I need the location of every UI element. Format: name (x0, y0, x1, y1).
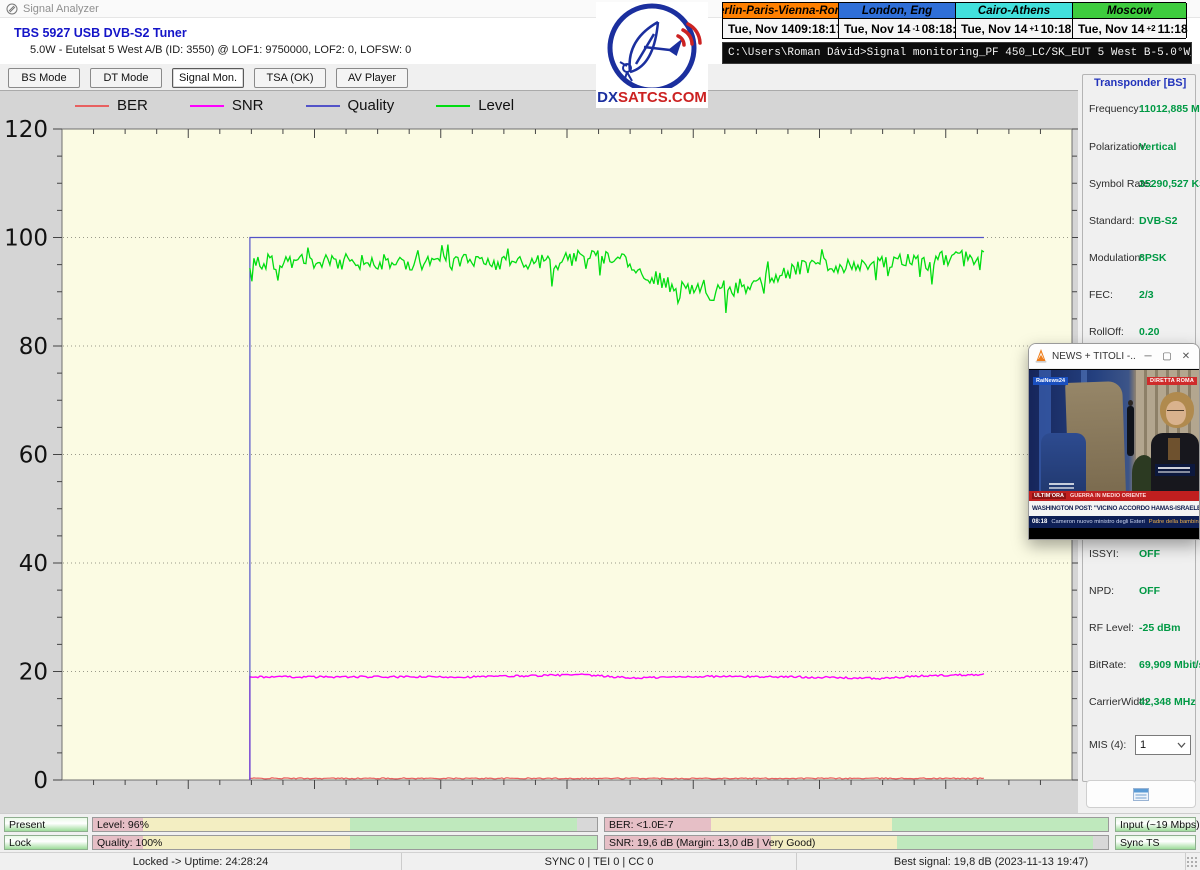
transponder-row: NPD:OFF (1083, 585, 1197, 599)
sync-ts-indicator: Sync TS (1115, 835, 1196, 850)
video-content[interactable]: RaiNews24 DIRETTA ROMA ULTIM'ORA GUERRA … (1029, 369, 1199, 540)
snr-label: SNR: 19,6 dB (Margin: 13,0 dB | Very Goo… (609, 837, 815, 849)
signal-analyzer-window: Signal Analyzer TBS 5927 USB DVB-S2 Tune… (0, 0, 1200, 870)
svg-text:40: 40 (19, 551, 48, 577)
vlc-video-window[interactable]: NEWS + TITOLI -... ─ ▢ ✕ RaiNews24 DIRET… (1028, 343, 1200, 540)
transponder-row: Modulation:8PSK (1083, 252, 1197, 266)
app-dish-icon (6, 3, 18, 15)
clock-time-4: Tue, Nov 14+211:18 (1073, 19, 1187, 38)
clock-time-2: Tue, Nov 14-108:18:17 (839, 19, 956, 38)
maximize-button[interactable]: ▢ (1160, 351, 1174, 362)
legend-item-quality: Quality (306, 97, 395, 114)
reporter-caption (1155, 464, 1195, 476)
svg-text:DXSATCS.COM: DXSATCS.COM (597, 89, 707, 106)
quality-label: Quality: 100% (97, 837, 162, 849)
mis-label: MIS (4): (1089, 739, 1126, 751)
breaking-label: ULTIM'ORA (1032, 493, 1066, 499)
dxsatcs-logo: DXSATCS.COM (596, 2, 708, 108)
statusbar-lock-uptime: Locked -> Uptime: 24:28:24 (0, 853, 402, 870)
signal-status-bars: Present Lock Level: 96% Quality: 100% BE… (0, 813, 1200, 852)
ber-progressbar: BER: <1.0E-7 (604, 817, 1109, 832)
crawl-strip: 08:18 Cameron nuovo ministro degli Ester… (1029, 516, 1199, 528)
chevron-down-icon (1177, 742, 1186, 748)
quality-progressbar: Quality: 100% (92, 835, 598, 850)
svg-text:120: 120 (4, 117, 48, 143)
lock-indicator: Lock (4, 835, 88, 850)
tab-dt-mode[interactable]: DT Mode (90, 68, 162, 88)
world-clocks: Berlin-Paris-Vienna-RomaLondon, EngCairo… (722, 2, 1186, 39)
chart-legend: BER SNR Quality Level (75, 97, 514, 114)
transponder-row: Polarization:Vertical (1083, 141, 1197, 155)
breaking-news-strip: ULTIM'ORA GUERRA IN MEDIO ORIENTE (1029, 491, 1199, 501)
clock-city-1: Berlin-Paris-Vienna-Roma (723, 3, 839, 19)
signal-monitor-plot: 0 20 40 60 80 100 120 (0, 91, 1078, 816)
clock-time-1: Tue, Nov 1409:18:17 (723, 19, 839, 38)
breaking-text: GUERRA IN MEDIO ORIENTE (1070, 493, 1146, 499)
svg-text:100: 100 (4, 226, 48, 252)
console-command-line: C:\Users\Roman Dávid>Signal monitoring_P… (722, 42, 1192, 64)
crawl-text-2: Padre della bambina: "Abbiamo..." (1149, 519, 1199, 525)
status-bar: Locked -> Uptime: 24:28:24 SYNC 0 | TEI … (0, 852, 1200, 870)
transponder-row: BitRate:69,909 Mbit/s (1083, 659, 1197, 673)
ber-label: BER: <1.0E-7 (609, 819, 674, 831)
vlc-window-title: NEWS + TITOLI -... (1052, 351, 1136, 362)
tab-bs-mode[interactable]: BS Mode (8, 68, 80, 88)
vlc-cone-icon (1035, 349, 1047, 363)
transponder-row: FEC:2/3 (1083, 289, 1197, 303)
channel-badge: RaiNews24 (1033, 377, 1068, 385)
list-card-icon (1133, 788, 1149, 801)
tab-bar: BS Mode DT Mode Signal Mon. TSA (OK) AV Play… (0, 64, 1078, 90)
tab-signal-mon-[interactable]: Signal Mon. (172, 68, 244, 88)
legend-item-ber: BER (75, 97, 148, 114)
news-scene: RaiNews24 DIRETTA ROMA (1029, 370, 1199, 491)
transponder-row: CarrierWidth:42,348 MHz (1083, 696, 1197, 710)
crawl-text-1: Cameron nuovo ministro degli Esteri (1051, 519, 1144, 525)
clock-city-3: Cairo-Athens (956, 3, 1073, 19)
svg-text:80: 80 (19, 334, 48, 360)
transponder-row: RollOff:0.20 (1083, 326, 1197, 340)
podium (1041, 433, 1086, 491)
tab-av-player[interactable]: AV Player (336, 68, 408, 88)
signal-chart-region: BER SNR Quality Level 0 20 40 60 80 100 120 (0, 90, 1078, 815)
transponder-title: Transponder [BS] (1091, 77, 1189, 89)
svg-text:0: 0 (33, 768, 48, 794)
clock-city-2: London, Eng (839, 3, 956, 19)
tuner-name: TBS 5927 USB DVB-S2 Tuner (14, 26, 187, 40)
level-progressbar: Level: 96% (92, 817, 598, 832)
svg-text:60: 60 (19, 443, 48, 469)
reporter-shirt (1168, 438, 1180, 460)
live-badge: DIRETTA ROMA (1147, 377, 1197, 385)
legend-item-level: Level (436, 97, 514, 114)
tuner-details: 5.0W - Eutelsat 5 West A/B (ID: 3550) @ … (30, 44, 411, 56)
snr-progressbar: SNR: 19,6 dB (Margin: 13,0 dB | Very Goo… (604, 835, 1109, 850)
resize-grip[interactable] (1186, 856, 1198, 868)
transponder-row: Standard:DVB-S2 (1083, 215, 1197, 229)
transponder-row: Symbol Rate:35290,527 KS/s (1083, 178, 1197, 192)
input-indicator: Input (~19 Mbps) (1115, 817, 1196, 832)
crawl-time: 08:18 (1032, 519, 1047, 525)
person-silhouette (1127, 406, 1134, 456)
present-indicator: Present (4, 817, 88, 832)
minimize-button[interactable]: ─ (1141, 351, 1155, 362)
reporter-glasses (1167, 410, 1184, 414)
transponder-row: Frequency:11012,885 MHz (1083, 103, 1197, 117)
clock-city-4: Moscow (1073, 3, 1187, 19)
window-title: Signal Analyzer (23, 3, 99, 15)
clock-time-3: Tue, Nov 14+110:18 (956, 19, 1073, 38)
statusbar-best-signal: Best signal: 19,8 dB (2023-11-13 19:47) (797, 853, 1186, 870)
close-button[interactable]: ✕ (1179, 351, 1193, 362)
mis-selected-value: 1 (1140, 739, 1146, 751)
vlc-titlebar[interactable]: NEWS + TITOLI -... ─ ▢ ✕ (1029, 344, 1199, 369)
panel-extra-button[interactable] (1086, 780, 1196, 808)
mis-dropdown[interactable]: 1 (1135, 735, 1191, 755)
headline-strip: WASHINGTON POST: "VICINO ACCORDO HAMAS-I… (1029, 501, 1199, 516)
statusbar-sync-counters: SYNC 0 | TEI 0 | CC 0 (402, 853, 797, 870)
transponder-row: RF Level:-25 dBm (1083, 622, 1197, 636)
svg-text:20: 20 (19, 660, 48, 686)
headline-text: WASHINGTON POST: "VICINO ACCORDO HAMAS-I… (1032, 505, 1199, 512)
legend-item-snr: SNR (190, 97, 264, 114)
tab-tsa-ok-[interactable]: TSA (OK) (254, 68, 326, 88)
transponder-row: ISSYI:OFF (1083, 548, 1197, 562)
level-label: Level: 96% (97, 819, 149, 831)
